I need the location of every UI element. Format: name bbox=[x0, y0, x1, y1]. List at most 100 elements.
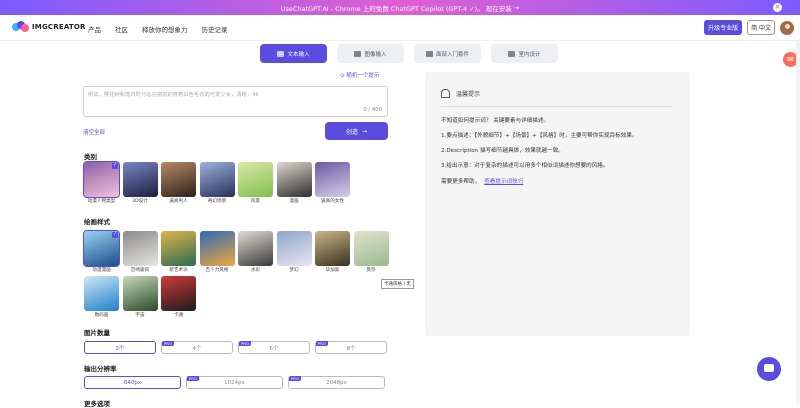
mode-tabs: 文本输入 图像输入 面部入门套件 室内设计 bbox=[260, 44, 558, 63]
style-image bbox=[122, 276, 158, 311]
image-count-option-label: 8个 bbox=[346, 345, 356, 352]
style-tooltip: 卡通风格 | 无 bbox=[381, 279, 414, 289]
style-thumbnail[interactable]: ✓ 动漫漫画 bbox=[83, 230, 120, 273]
style-label: 毕加索 bbox=[325, 268, 340, 273]
image-count-option[interactable]: PRO 8个 bbox=[315, 341, 387, 354]
bell-icon bbox=[441, 89, 450, 98]
pro-badge: PRO bbox=[162, 341, 174, 346]
category-label: 3D设计 bbox=[132, 199, 148, 204]
tip-line: 3.给出示意：对于复杂的描述可以用多个相似词描述你想要的风格。 bbox=[441, 163, 609, 169]
style-label: 莫奈 bbox=[366, 268, 376, 273]
style-image bbox=[276, 231, 312, 266]
image-count-option[interactable]: PRO 6个 bbox=[238, 341, 310, 354]
category-thumbnail[interactable]: 奇幻场景 bbox=[199, 162, 235, 204]
tab-text-input[interactable]: 文本输入 bbox=[260, 44, 327, 63]
create-button[interactable]: 创造 → bbox=[325, 122, 388, 140]
category-image bbox=[161, 162, 196, 197]
style-image bbox=[122, 231, 158, 266]
arrow-right-icon: → bbox=[513, 3, 520, 12]
nav-actions: 升级专业版 简 中文 bbox=[704, 20, 794, 35]
image-count-option-label: 4个 bbox=[192, 345, 202, 352]
style-thumbnail[interactable]: 梦幻 bbox=[276, 231, 312, 273]
divider bbox=[441, 106, 673, 107]
scrollbar[interactable] bbox=[796, 41, 800, 404]
style-image bbox=[199, 231, 235, 266]
style-thumbnail[interactable]: 宇宙 bbox=[122, 276, 158, 318]
style-thumbnail[interactable]: 水彩 bbox=[238, 231, 273, 273]
image-count-option-label: 6个 bbox=[269, 345, 279, 352]
style-label: 梦幻 bbox=[289, 268, 299, 273]
category-image bbox=[315, 162, 350, 197]
category-label: 动漫人物类型 bbox=[87, 199, 116, 204]
top-nav: IMGCREATOR 产品 社区 释放你的想象力 历史记录 升级专业版 简 中文 bbox=[0, 15, 800, 41]
style-label: 卡通 bbox=[173, 313, 184, 318]
image-count-option[interactable]: PRO 4个 bbox=[161, 341, 233, 354]
style-image bbox=[238, 231, 273, 266]
avatar[interactable] bbox=[780, 20, 794, 35]
category-image bbox=[122, 162, 158, 197]
category-image bbox=[276, 162, 312, 197]
category-title: 类别 bbox=[84, 153, 97, 161]
menu-item-imagine[interactable]: 释放你的想象力 bbox=[142, 24, 188, 34]
promo-banner[interactable]: UseChatGPT.AI - Chrome 上的免费 ChatGPT Copi… bbox=[0, 0, 800, 15]
image-count-options: 2个 PRO 4个 PRO 6个 PRO 8个 bbox=[84, 341, 387, 354]
style-thumbnail[interactable]: 毕加索 bbox=[315, 231, 350, 273]
prompt-input[interactable]: 例如，樱花树和落日时分站在窗前的穿着白色毛衣的可爱少女，清晰，4k 0 / 40… bbox=[83, 86, 388, 117]
text-icon bbox=[277, 50, 285, 57]
brand-logo[interactable]: IMGCREATOR bbox=[12, 21, 86, 33]
random-prompt-link[interactable]: ⊙ 随机一个提示 bbox=[340, 71, 379, 79]
face-icon bbox=[425, 50, 433, 57]
menu-item-community[interactable]: 社区 bbox=[115, 24, 128, 34]
tab-image-input[interactable]: 图像输入 bbox=[337, 44, 404, 63]
style-label: 数码画 bbox=[94, 313, 109, 318]
style-label: 宫崎骏风 bbox=[130, 268, 150, 273]
style-label: 吉卜力风格 bbox=[205, 268, 229, 273]
style-label: 动漫漫画 bbox=[92, 268, 111, 273]
category-thumbnail[interactable]: 漫画 bbox=[276, 162, 312, 204]
resolution-option[interactable]: PRO 1024px bbox=[186, 376, 283, 389]
tab-face-kit[interactable]: 面部入门套件 bbox=[414, 44, 481, 63]
pro-badge: PRO bbox=[239, 341, 251, 346]
tips-title: 温馨提示 bbox=[456, 91, 481, 98]
category-thumbnail[interactable]: 逼真的女性 bbox=[315, 162, 350, 204]
category-thumbnail[interactable]: ✓ 动漫人物类型 bbox=[83, 161, 120, 204]
close-icon[interactable]: × bbox=[773, 3, 782, 12]
style-thumbnail[interactable]: 吉卜力风格 bbox=[199, 231, 235, 273]
tip-line: 1.要点描述：【外貌细节】+【场景】+【风格】时，主要可帮你实现目标效果。 bbox=[441, 133, 638, 139]
style-thumbnail[interactable]: 新艺术派 bbox=[161, 231, 196, 273]
category-image bbox=[238, 162, 273, 197]
menu-item-history[interactable]: 历史记录 bbox=[202, 24, 228, 34]
check-icon: ✓ bbox=[112, 163, 118, 169]
resolution-option[interactable]: 640px bbox=[84, 376, 181, 389]
char-count: 0 / 400 bbox=[363, 107, 382, 113]
style-thumbnail[interactable]: 莫奈 bbox=[353, 231, 389, 273]
pro-badge: PRO bbox=[289, 376, 301, 381]
category-grid: ✓ 动漫人物类型 3D设计 逼真男人 奇幻场景 风景 漫画 逼真的女性 bbox=[83, 161, 389, 204]
check-icon: ✓ bbox=[112, 232, 118, 238]
upgrade-pro-button[interactable]: 升级专业版 bbox=[704, 20, 743, 35]
style-image bbox=[161, 276, 196, 311]
pro-badge: PRO bbox=[316, 341, 328, 346]
style-thumbnail[interactable]: 数码画 bbox=[84, 276, 119, 318]
style-image bbox=[84, 276, 119, 311]
resolution-option[interactable]: PRO 2048px bbox=[288, 376, 385, 389]
style-label: 新艺术派 bbox=[169, 268, 188, 273]
category-label: 逼真男人 bbox=[169, 199, 188, 204]
style-image bbox=[161, 231, 196, 266]
style-thumbnail[interactable]: 宫崎骏风 bbox=[122, 231, 158, 273]
tab-interior-design[interactable]: 室内设计 bbox=[491, 44, 558, 63]
clear-all-link[interactable]: 清空全部 bbox=[83, 128, 105, 136]
pro-badge: PRO bbox=[187, 376, 199, 381]
category-thumbnail[interactable]: 风景 bbox=[238, 162, 273, 204]
chat-icon[interactable] bbox=[757, 357, 781, 381]
language-selector[interactable]: 简 中文 bbox=[747, 20, 775, 35]
main-menu: 产品 社区 释放你的想象力 历史记录 bbox=[88, 24, 228, 34]
menu-item-products[interactable]: 产品 bbox=[88, 24, 101, 34]
image-count-option[interactable]: 2个 bbox=[84, 341, 156, 354]
more-options-title[interactable]: 更多选项 bbox=[84, 398, 110, 408]
style-title: 绘画样式 bbox=[84, 218, 110, 226]
category-thumbnail[interactable]: 逼真男人 bbox=[161, 162, 196, 204]
category-thumbnail[interactable]: 3D设计 bbox=[122, 162, 158, 204]
prompt-tips-link[interactable]: 查看提示词技巧 bbox=[484, 179, 523, 185]
style-thumbnail[interactable]: 卡通 bbox=[161, 276, 196, 318]
